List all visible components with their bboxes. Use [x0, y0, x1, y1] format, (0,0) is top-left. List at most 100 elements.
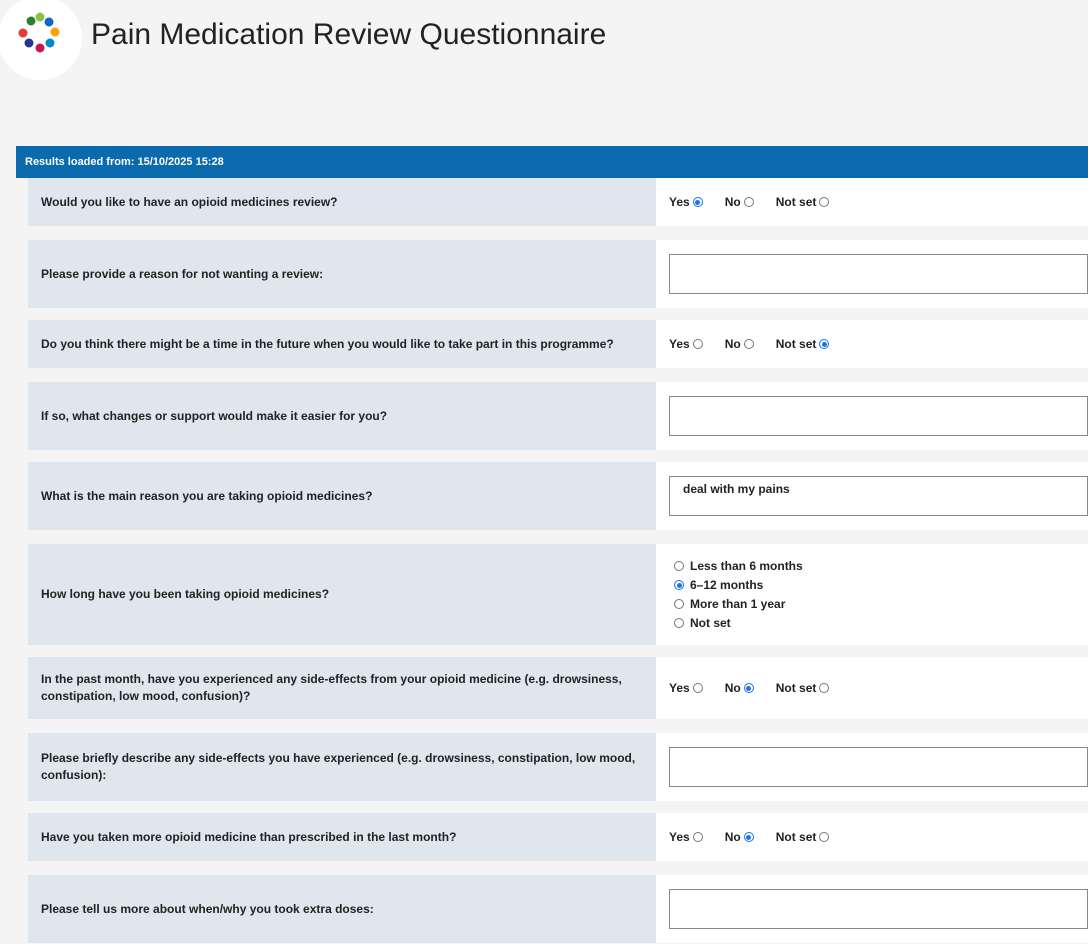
question-row: Would you like to have an opioid medicin…: [28, 178, 1088, 226]
radio-button[interactable]: [674, 561, 684, 571]
logo-dot: [35, 43, 45, 53]
radio-button[interactable]: [743, 832, 754, 842]
radio-option-label: Yes: [669, 195, 690, 209]
radio-button[interactable]: [819, 339, 830, 349]
radio-button[interactable]: [674, 599, 684, 609]
radio-button[interactable]: [743, 339, 754, 349]
logo-dot: [35, 12, 45, 22]
radio-option-label: No: [724, 337, 741, 351]
answer-text-input[interactable]: deal with my pains: [669, 476, 1088, 516]
radio-option-label: Yes: [669, 681, 690, 695]
radio-option-no[interactable]: No: [725, 337, 754, 351]
radio-option-not-set[interactable]: Not set: [776, 830, 830, 844]
radio-button[interactable]: [743, 683, 754, 693]
logo-dot: [26, 16, 36, 26]
radio-option-not-set[interactable]: Not set: [776, 337, 830, 351]
answer-cell: [656, 382, 1088, 450]
radio-button[interactable]: [819, 832, 830, 842]
radio-option-label: Not set: [775, 681, 817, 695]
radio-option-label: Yes: [669, 337, 690, 351]
answer-cell: [656, 875, 1088, 943]
radio-option-not-set[interactable]: Not set: [776, 681, 830, 695]
yes-no-radio-group: Yes No Not set: [669, 813, 851, 861]
logo-dots-icon: [18, 12, 60, 53]
app-logo: [0, 0, 82, 80]
yes-no-radio-group: Yes No Not set: [669, 320, 851, 368]
radio-option-label: Less than 6 months: [690, 559, 803, 573]
radio-option[interactable]: Less than 6 months: [674, 557, 803, 576]
radio-button[interactable]: [743, 197, 754, 207]
radio-option-not-set[interactable]: Not set: [776, 195, 830, 209]
answer-cell: deal with my pains: [656, 462, 1088, 530]
radio-button[interactable]: [674, 618, 684, 628]
question-row: Please provide a reason for not wanting …: [28, 240, 1088, 308]
radio-option-label: Not set: [775, 830, 817, 844]
answer-text-input[interactable]: [669, 889, 1088, 929]
question-label: Please briefly describe any side-effects…: [28, 733, 656, 801]
radio-option-yes[interactable]: Yes: [669, 681, 703, 695]
radio-option-no[interactable]: No: [725, 830, 754, 844]
question-row: Please tell us more about when/why you t…: [28, 875, 1088, 943]
yes-no-radio-group: Yes No Not set: [669, 178, 851, 226]
answer-text-input[interactable]: [669, 396, 1088, 436]
radio-option-yes[interactable]: Yes: [669, 195, 703, 209]
question-row: Please briefly describe any side-effects…: [28, 733, 1088, 801]
radio-option-no[interactable]: No: [725, 195, 754, 209]
question-label: What is the main reason you are taking o…: [28, 462, 656, 530]
answer-cell: Yes No Not set: [656, 657, 1088, 719]
radio-button[interactable]: [692, 197, 703, 207]
logo-dot: [18, 28, 28, 38]
radio-option-label: No: [724, 195, 741, 209]
answer-text-input[interactable]: [669, 747, 1088, 787]
radio-option[interactable]: More than 1 year: [674, 595, 803, 614]
logo-dot: [24, 38, 34, 48]
radio-option-label: Yes: [669, 830, 690, 844]
radio-option-yes[interactable]: Yes: [669, 830, 703, 844]
question-label: Please provide a reason for not wanting …: [28, 240, 656, 308]
question-row: In the past month, have you experienced …: [28, 657, 1088, 719]
answer-cell: Yes No Not set: [656, 178, 1088, 226]
question-label: If so, what changes or support would mak…: [28, 382, 656, 450]
radio-button[interactable]: [692, 683, 703, 693]
question-row: How long have you been taking opioid med…: [28, 544, 1088, 645]
answer-cell: Yes No Not set: [656, 320, 1088, 368]
radio-button[interactable]: [819, 197, 830, 207]
question-label: Have you taken more opioid medicine than…: [28, 813, 656, 861]
radio-button[interactable]: [674, 580, 684, 590]
radio-option-label: No: [724, 830, 741, 844]
radio-option-yes[interactable]: Yes: [669, 337, 703, 351]
radio-button[interactable]: [692, 832, 703, 842]
radio-option-label: Not set: [775, 337, 817, 351]
radio-option-label: No: [724, 681, 741, 695]
question-row: Do you think there might be a time in th…: [28, 320, 1088, 368]
answer-cell: [656, 240, 1088, 308]
yes-no-radio-group: Yes No Not set: [669, 657, 851, 719]
radio-option[interactable]: Not set: [674, 614, 803, 633]
radio-option[interactable]: 6–12 months: [674, 576, 803, 595]
radio-button[interactable]: [819, 683, 830, 693]
logo-dot: [44, 17, 54, 27]
question-label: Please tell us more about when/why you t…: [28, 875, 656, 943]
duration-radio-group: Less than 6 months 6–12 months More than 1…: [674, 557, 803, 633]
question-label: Do you think there might be a time in th…: [28, 320, 656, 368]
radio-option-label: More than 1 year: [690, 597, 786, 611]
question-row: If so, what changes or support would mak…: [28, 382, 1088, 450]
question-row: What is the main reason you are taking o…: [28, 462, 1088, 530]
question-label: In the past month, have you experienced …: [28, 657, 656, 719]
radio-option-label: Not set: [690, 616, 731, 630]
logo-dot: [45, 38, 55, 48]
answer-cell: [656, 733, 1088, 801]
answer-text-input[interactable]: [669, 254, 1088, 294]
results-loaded-bar: Results loaded from: 15/10/2025 15:28: [16, 146, 1088, 178]
page-title: Pain Medication Review Questionnaire: [91, 18, 607, 51]
radio-option-no[interactable]: No: [725, 681, 754, 695]
logo-dot: [50, 27, 60, 37]
answer-cell: Less than 6 months 6–12 months More than 1…: [656, 544, 1088, 645]
question-row: Have you taken more opioid medicine than…: [28, 813, 1088, 861]
question-label: Would you like to have an opioid medicin…: [28, 178, 656, 226]
question-label: How long have you been taking opioid med…: [28, 544, 656, 645]
radio-button[interactable]: [692, 339, 703, 349]
radio-option-label: 6–12 months: [690, 578, 764, 592]
answer-cell: Yes No Not set: [656, 813, 1088, 861]
radio-option-label: Not set: [775, 195, 817, 209]
